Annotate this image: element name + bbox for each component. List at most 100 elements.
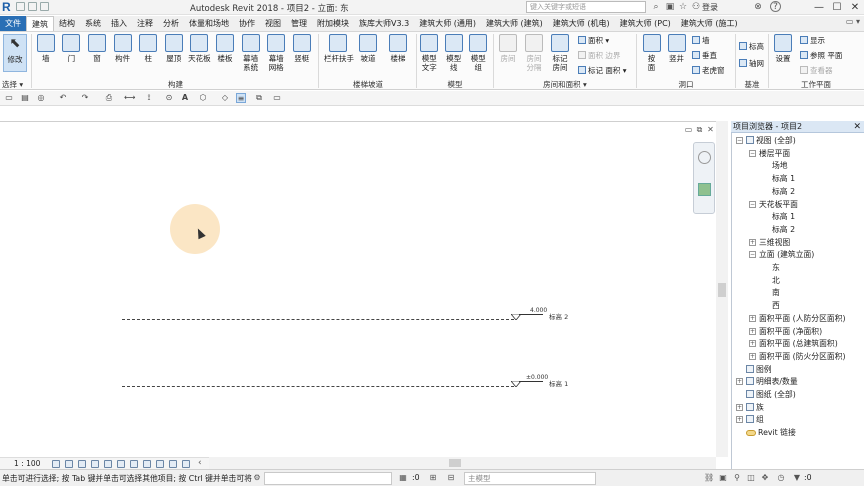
vertical-scrollbar[interactable] (716, 121, 728, 457)
level-2-elevation[interactable]: 4.000 (530, 307, 547, 314)
tab-13[interactable]: 建筑大师 (通用) (414, 16, 481, 31)
room-button-0[interactable]: 房间 (496, 34, 520, 63)
tab-12[interactable]: 族库大师V3.3 (354, 16, 414, 31)
background-process-icon[interactable]: ◷ (776, 473, 786, 483)
level-button[interactable]: 标高 (739, 42, 764, 52)
build-button-10[interactable]: 竖梃 (290, 34, 314, 63)
tree-item[interactable]: 面积平面 (净面积) (759, 326, 822, 338)
opening-button-1[interactable]: 竖井 (665, 34, 688, 63)
tab-9[interactable]: 视图 (260, 16, 286, 31)
tree-expander-icon[interactable]: + (749, 238, 756, 246)
open-file-icon[interactable]: ▭ (4, 93, 14, 103)
build-button-6[interactable]: 天花板 (188, 34, 212, 63)
vertical-opening-button[interactable]: 垂直 (692, 51, 717, 61)
sun-path-icon[interactable] (78, 460, 86, 468)
tree-item[interactable]: 图纸 (全部) (746, 389, 796, 401)
tree-item[interactable]: 明细表/数量 (746, 376, 798, 388)
vertical-scroll-thumb[interactable] (718, 283, 726, 297)
favorites-icon[interactable]: ☆ (677, 1, 689, 13)
save-icon[interactable] (28, 2, 37, 11)
3d-view-icon[interactable]: ⬡ (198, 93, 208, 103)
tab-6[interactable]: 分析 (158, 16, 184, 31)
browser-close-icon[interactable]: ✕ (853, 121, 861, 133)
tree-item[interactable]: 南 (772, 287, 780, 299)
tab-7[interactable]: 体量和场地 (184, 16, 234, 31)
level-2-name[interactable]: 标高 2 (549, 311, 568, 321)
tree-item[interactable]: 标高 2 (772, 224, 795, 236)
area-boundary-button[interactable]: 面积 边界 (578, 51, 620, 61)
design-options-icon[interactable]: ⊞ (428, 473, 438, 483)
drawing-area[interactable]: 4.000 标高 2 ±0.000 标高 1 (0, 121, 728, 457)
tree-item[interactable]: 族 (746, 402, 764, 414)
tab-0[interactable]: 文件 (0, 16, 26, 31)
room-panel-label[interactable]: 房间和面积 ▾ (495, 79, 635, 90)
tree-item[interactable]: 视图 (全部) (746, 135, 796, 147)
build-button-7[interactable]: 楼板 (213, 34, 237, 63)
level-1-line[interactable] (122, 386, 514, 387)
tree-expander-icon[interactable]: + (736, 416, 743, 424)
maximize-button[interactable]: ☐ (830, 0, 844, 15)
horizontal-scrollbar[interactable] (209, 457, 716, 469)
zoom-icon[interactable] (698, 183, 711, 196)
open-icon[interactable] (16, 2, 25, 11)
tab-17[interactable]: 建筑大师 (施工) (676, 16, 743, 31)
text-icon[interactable]: A (180, 93, 190, 103)
tree-expander-icon[interactable]: − (749, 200, 756, 208)
filter-icon[interactable]: ▼ (792, 473, 802, 483)
modify-button[interactable]: ⬉ 修改 (3, 34, 27, 72)
stairs-button-0[interactable]: 栏杆扶手 (324, 34, 354, 63)
build-button-5[interactable]: 屋顶 (162, 34, 186, 63)
tree-item[interactable]: 楼层平面 (759, 148, 790, 160)
tab-2[interactable]: 结构 (54, 16, 80, 31)
show-workplane-button[interactable]: 显示 (800, 36, 825, 46)
tree-item[interactable]: 面积平面 (人防分区面积) (759, 313, 846, 325)
search-icon[interactable]: ⌕ (650, 1, 662, 13)
design-option-field[interactable]: 主模型 (464, 472, 596, 485)
drag-elements-icon[interactable]: ✥ (760, 473, 770, 483)
tab-3[interactable]: 系统 (80, 16, 106, 31)
worksharing-icon[interactable] (156, 460, 164, 468)
worksets-icon[interactable]: ⚙ (252, 473, 262, 483)
minimize-button[interactable]: — (812, 0, 826, 15)
ref-plane-button[interactable]: 参照 平面 (800, 51, 842, 61)
close-hidden-icon[interactable]: ⧉ (254, 93, 264, 103)
temp-hide-icon[interactable] (130, 460, 138, 468)
measure-icon[interactable]: ⟷ (124, 93, 135, 103)
view-restore-icon[interactable]: ⧉ (695, 125, 704, 134)
tree-expander-icon[interactable]: + (749, 314, 756, 322)
view-minimize-icon[interactable]: ▭ (684, 125, 693, 134)
build-button-8[interactable]: 幕墙 系统 (239, 34, 263, 72)
shadows-icon[interactable] (91, 460, 99, 468)
reveal-hidden-icon[interactable] (143, 460, 151, 468)
build-button-3[interactable]: 构件 (111, 34, 135, 63)
detail-level-icon[interactable] (52, 460, 60, 468)
view-close-icon[interactable]: ✕ (706, 125, 715, 134)
tab-11[interactable]: 附加模块 (312, 16, 354, 31)
wall-opening-button[interactable]: 墙 (692, 36, 710, 46)
login-button[interactable]: 登录 (702, 2, 718, 13)
section-icon[interactable]: ◇ (220, 93, 230, 103)
opening-button-0[interactable]: 按 面 (640, 34, 663, 72)
tree-item[interactable]: 北 (772, 275, 780, 287)
build-button-9[interactable]: 幕墙 网格 (264, 34, 288, 72)
tab-10[interactable]: 管理 (286, 16, 312, 31)
undo-icon[interactable] (40, 2, 49, 11)
tree-expander-icon[interactable]: + (749, 327, 756, 335)
visual-style-icon[interactable] (65, 460, 73, 468)
tree-expander-icon[interactable]: − (736, 137, 743, 144)
help-button[interactable]: ? (770, 1, 781, 12)
stairs-button-1[interactable]: 坡道 (354, 34, 382, 63)
select-face-icon[interactable]: ◫ (746, 473, 756, 483)
app-store-icon[interactable]: ⊗ (752, 1, 764, 13)
tree-expander-icon[interactable]: + (749, 340, 756, 348)
tree-expander-icon[interactable]: + (736, 403, 743, 411)
stairs-button-2[interactable]: 楼梯 (384, 34, 412, 63)
horizontal-scroll-thumb[interactable] (449, 459, 461, 467)
user-icon[interactable]: ⚇ (690, 1, 702, 13)
tree-item[interactable]: 面积平面 (防火分区面积) (759, 351, 846, 363)
select-links-icon[interactable]: ⛓ (704, 473, 714, 483)
model-button-2[interactable]: 模型 组 (467, 34, 490, 72)
tree-item[interactable]: 组 (746, 414, 764, 426)
tree-item[interactable]: 三维视图 (759, 237, 790, 249)
build-button-4[interactable]: 柱 (136, 34, 160, 63)
